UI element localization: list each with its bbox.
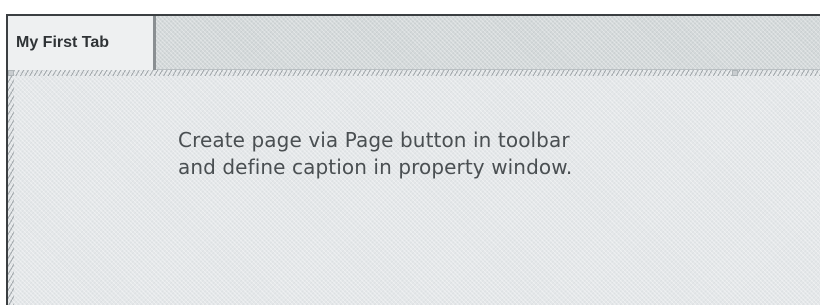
selection-border-left: [8, 70, 14, 305]
hint-line-2: and define caption in property window.: [178, 155, 573, 179]
tab-page-area[interactable]: Create page via Page button in toolbar a…: [8, 70, 820, 305]
tab-label: My First Tab: [16, 33, 110, 51]
resize-handle-top-right[interactable]: [732, 70, 738, 76]
tab-strip: My First Tab: [8, 16, 820, 70]
selection-border-top: [8, 70, 820, 76]
tab-my-first-tab[interactable]: My First Tab: [8, 16, 156, 70]
resize-handle-top-left[interactable]: [8, 70, 14, 76]
hint-line-1: Create page via Page button in toolbar: [178, 128, 570, 152]
empty-page-hint: Create page via Page button in toolbar a…: [178, 127, 572, 181]
tab-control: My First Tab Create page via Page button…: [6, 14, 820, 305]
